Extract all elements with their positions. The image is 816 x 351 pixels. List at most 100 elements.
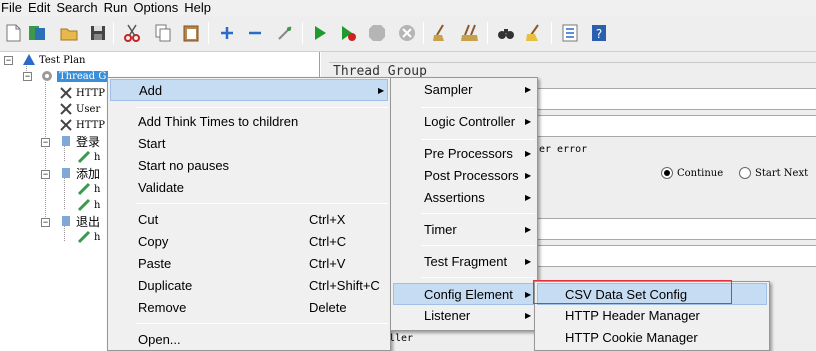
save-icon[interactable] bbox=[87, 22, 109, 44]
menu-edit[interactable]: Edit bbox=[27, 0, 54, 16]
ramp-up-field[interactable] bbox=[531, 245, 816, 267]
menu-item-label: Cut bbox=[138, 212, 159, 227]
tree-node-config[interactable]: HTTP bbox=[59, 118, 105, 132]
new-file-icon[interactable] bbox=[2, 22, 24, 44]
menu-item-duplicate[interactable]: Duplicate Ctrl+Shift+C bbox=[110, 275, 388, 297]
tree-node-label: h bbox=[94, 151, 101, 163]
menu-item-add-think-times[interactable]: Add Think Times to children bbox=[110, 111, 388, 133]
tree-node-label: 登录 bbox=[76, 134, 101, 149]
config-element-icon bbox=[59, 118, 73, 132]
menu-item-start[interactable]: Start bbox=[110, 133, 388, 155]
open-icon[interactable] bbox=[58, 22, 80, 44]
collapse-toggle-thread-group[interactable]: − bbox=[23, 72, 32, 81]
copy-icon[interactable] bbox=[152, 22, 174, 44]
comments-field[interactable] bbox=[531, 115, 816, 137]
menu-item-label: Copy bbox=[138, 234, 169, 249]
submenu-arrow-icon: ▶ bbox=[525, 85, 532, 94]
submenu-item-config-element[interactable]: Config Element ▶ bbox=[393, 283, 535, 305]
shutdown-icon[interactable] bbox=[396, 22, 418, 44]
tree-node-label: Thread G bbox=[57, 70, 109, 82]
menu-item-add[interactable]: Add ▶ bbox=[110, 79, 388, 101]
tree-node-sampler[interactable]: h bbox=[77, 230, 100, 244]
tree-node-thread-group[interactable]: Thread G bbox=[40, 69, 109, 83]
collapse-toggle-controller[interactable]: − bbox=[41, 170, 50, 179]
menu-item-remove[interactable]: Remove Delete bbox=[110, 297, 388, 319]
collapse-toggle-test-plan[interactable]: − bbox=[4, 56, 13, 65]
tree-node-label: HTTP bbox=[76, 87, 105, 99]
tree-node-controller[interactable]: 添加 bbox=[59, 166, 101, 181]
reset-search-icon[interactable] bbox=[523, 22, 545, 44]
stop-icon[interactable] bbox=[366, 22, 388, 44]
clear-icon[interactable] bbox=[430, 22, 452, 44]
menu-item-label: Add Think Times to children bbox=[138, 114, 299, 129]
menu-item-label: Paste bbox=[138, 256, 172, 271]
menu-item-open[interactable]: Open... bbox=[110, 329, 388, 351]
radio-start-next[interactable]: Start Next bbox=[739, 167, 808, 179]
collapse-icon[interactable] bbox=[244, 22, 266, 44]
menu-item-cut[interactable]: Cut Ctrl+X bbox=[110, 209, 388, 231]
submenu-item-listener[interactable]: Listener ▶ bbox=[393, 305, 535, 327]
submenu-item-sampler[interactable]: Sampler ▶ bbox=[393, 79, 535, 101]
help-icon[interactable]: ? bbox=[588, 22, 610, 44]
thread-group-icon bbox=[40, 69, 54, 83]
menu-item-paste[interactable]: Paste Ctrl+V bbox=[110, 253, 388, 275]
menu-item-label: Validate bbox=[138, 180, 185, 195]
menu-item-start-no-pauses[interactable]: Start no pauses bbox=[110, 155, 388, 177]
test-plan-icon bbox=[22, 53, 36, 67]
menu-item-shortcut: Ctrl+Shift+C bbox=[309, 278, 380, 293]
clear-all-icon[interactable] bbox=[459, 22, 481, 44]
menu-search[interactable]: Search bbox=[55, 0, 101, 16]
menu-file[interactable]: File bbox=[0, 0, 26, 16]
menu-item-validate[interactable]: Validate bbox=[110, 177, 388, 199]
menu-item-label: Pre Processors bbox=[424, 146, 513, 161]
start-icon[interactable] bbox=[309, 22, 331, 44]
radio-continue[interactable]: Continue bbox=[661, 167, 723, 179]
tree-node-config[interactable]: User bbox=[59, 102, 100, 116]
tree-node-label: h bbox=[94, 231, 101, 243]
tree-node-label: 添加 bbox=[76, 166, 101, 181]
submenu-item-http-cookie-manager[interactable]: HTTP Cookie Manager bbox=[537, 327, 767, 349]
cut-icon[interactable] bbox=[121, 22, 143, 44]
svg-text:?: ? bbox=[596, 27, 602, 41]
submenu-item-timer[interactable]: Timer ▶ bbox=[393, 219, 535, 241]
menu-item-label: Assertions bbox=[424, 190, 485, 205]
collapse-toggle-controller[interactable]: − bbox=[41, 138, 50, 147]
menu-item-label: Test Fragment bbox=[424, 254, 508, 269]
function-helper-icon[interactable] bbox=[559, 22, 581, 44]
menu-help[interactable]: Help bbox=[183, 0, 215, 16]
tree-node-label: User bbox=[76, 103, 101, 115]
menu-run[interactable]: Run bbox=[103, 0, 132, 16]
start-no-pauses-icon[interactable] bbox=[337, 22, 359, 44]
submenu-item-test-fragment[interactable]: Test Fragment ▶ bbox=[393, 251, 535, 273]
tree-node-sampler[interactable]: h bbox=[77, 182, 100, 196]
submenu-item-post-processors[interactable]: Post Processors ▶ bbox=[393, 165, 535, 187]
tree-node-sampler[interactable]: h bbox=[77, 150, 100, 164]
tree-node-config[interactable]: HTTP bbox=[59, 86, 105, 100]
radio-selected-icon bbox=[661, 167, 673, 179]
config-element-icon bbox=[59, 86, 73, 100]
config-element-icon bbox=[59, 102, 73, 116]
submenu-item-pre-processors[interactable]: Pre Processors ▶ bbox=[393, 143, 535, 165]
submenu-arrow-icon: ▶ bbox=[525, 149, 532, 158]
menu-item-shortcut: Ctrl+X bbox=[309, 212, 346, 227]
paste-icon[interactable] bbox=[180, 22, 202, 44]
menu-options[interactable]: Options bbox=[132, 0, 182, 16]
tree-node-sampler[interactable]: h bbox=[77, 198, 100, 212]
tree-node-controller[interactable]: 退出 bbox=[59, 214, 100, 229]
tree-node-test-plan[interactable]: Test Plan bbox=[22, 53, 85, 67]
tree-node-label: Test Plan bbox=[39, 54, 86, 66]
menu-item-label: Add bbox=[139, 83, 163, 98]
threads-field[interactable] bbox=[531, 218, 816, 240]
expand-icon[interactable] bbox=[216, 22, 238, 44]
collapse-toggle-controller[interactable]: − bbox=[41, 218, 50, 227]
menu-item-label: Config Element bbox=[424, 287, 513, 302]
toggle-icon[interactable] bbox=[274, 22, 296, 44]
menu-item-copy[interactable]: Copy Ctrl+C bbox=[110, 231, 388, 253]
search-icon[interactable] bbox=[495, 22, 517, 44]
submenu-item-assertions[interactable]: Assertions ▶ bbox=[393, 187, 535, 209]
tree-node-controller[interactable]: 登录 bbox=[59, 134, 101, 149]
name-field[interactable] bbox=[531, 88, 816, 110]
templates-icon[interactable] bbox=[26, 22, 48, 44]
submenu-item-http-header-manager[interactable]: HTTP Header Manager bbox=[537, 305, 767, 327]
submenu-item-logic-controller[interactable]: Logic Controller ▶ bbox=[393, 111, 535, 133]
